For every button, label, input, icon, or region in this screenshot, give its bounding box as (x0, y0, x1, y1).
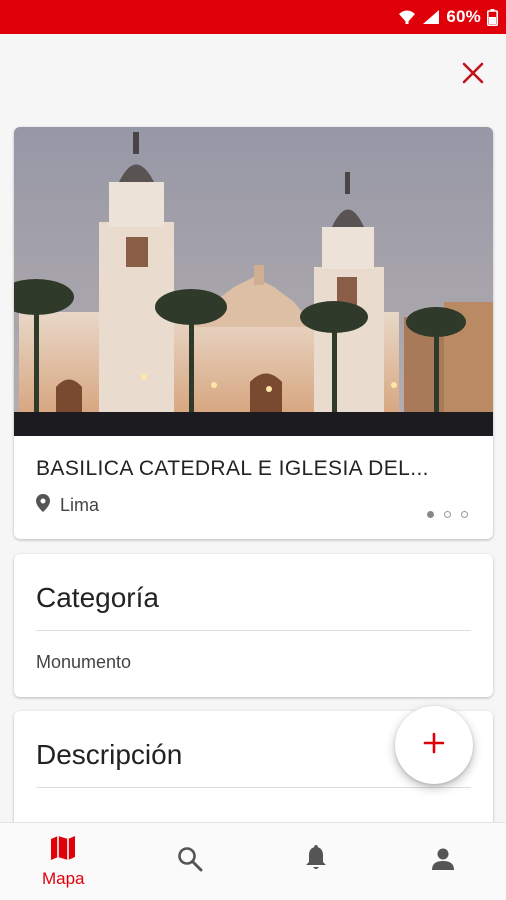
battery-percent: 60% (446, 7, 481, 26)
status-bar: 60% (0, 0, 506, 34)
carousel-dot[interactable] (461, 511, 468, 518)
description-heading: Descripción (36, 739, 183, 770)
bell-icon (304, 845, 328, 878)
place-card[interactable]: BASILICA CATEDRAL E IGLESIA DEL... Lima (14, 127, 493, 539)
place-location: Lima (36, 494, 99, 517)
nav-label-map: Mapa (41, 868, 85, 888)
nav-item-notifications[interactable] (253, 823, 380, 900)
wifi-icon (398, 9, 416, 25)
person-icon (431, 847, 455, 876)
category-heading: Categoría (36, 582, 159, 613)
bottom-navigation: Mapa (0, 822, 506, 900)
category-card: Categoría Monumento (14, 554, 493, 697)
carousel-dot[interactable] (444, 511, 451, 518)
category-value: Monumento (36, 652, 132, 672)
add-button[interactable] (395, 706, 473, 784)
close-icon (462, 62, 484, 89)
place-title: BASILICA CATEDRAL E IGLESIA DEL... (36, 457, 429, 480)
signal-icon (422, 9, 440, 25)
map-icon (50, 835, 76, 866)
nav-item-map[interactable]: Mapa (0, 823, 127, 900)
divider (36, 787, 471, 788)
divider (36, 630, 471, 631)
plus-icon (423, 732, 445, 759)
close-button[interactable] (456, 58, 490, 92)
cathedral-photo (14, 127, 493, 436)
nav-item-search[interactable] (127, 823, 254, 900)
carousel-dot[interactable] (427, 511, 434, 518)
battery-icon (487, 8, 498, 26)
carousel-indicator[interactable] (427, 511, 468, 518)
nav-item-profile[interactable] (380, 823, 506, 900)
search-icon (177, 846, 203, 877)
location-pin-icon (36, 494, 50, 517)
location-text: Lima (60, 495, 100, 515)
